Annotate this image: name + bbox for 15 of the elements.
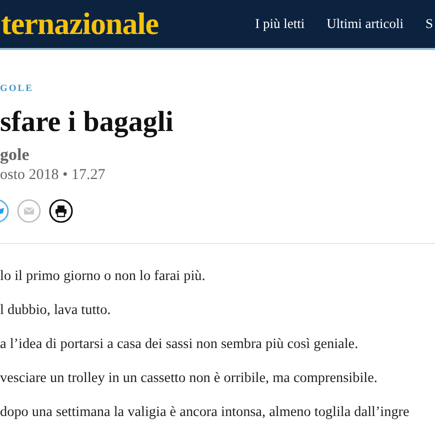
site-logo[interactable]: ternazionale [1,6,159,42]
author-name[interactable]: gole [0,145,435,165]
body-paragraph: dopo una settimana la valigia è ancora intonsa, almeno toglila dall’ingre [0,406,410,418]
nav-link[interactable]: I più letti [255,16,305,32]
twitter-share-icon[interactable] [0,199,9,223]
body-paragraph: l dubbio, lava tutto. [0,304,112,316]
body-paragraph: a l’idea di portarsi a casa dei sassi non sembra più così geniale. [0,338,360,350]
mail-share-icon[interactable] [17,199,41,223]
publish-date: osto 2018 • 17.27 [0,167,106,184]
body-paragraph: vesciare un trolley in un cassetto non è orribile, ma comprensibile. [0,372,378,384]
print-icon[interactable] [49,199,73,223]
article-title: sfare i bagagli [0,105,174,139]
body-paragraph: lo il primo giorno o non lo farai più. [0,270,206,282]
nav-link[interactable]: S [425,16,433,32]
nav-link[interactable]: Ultimi articoli [326,16,404,32]
